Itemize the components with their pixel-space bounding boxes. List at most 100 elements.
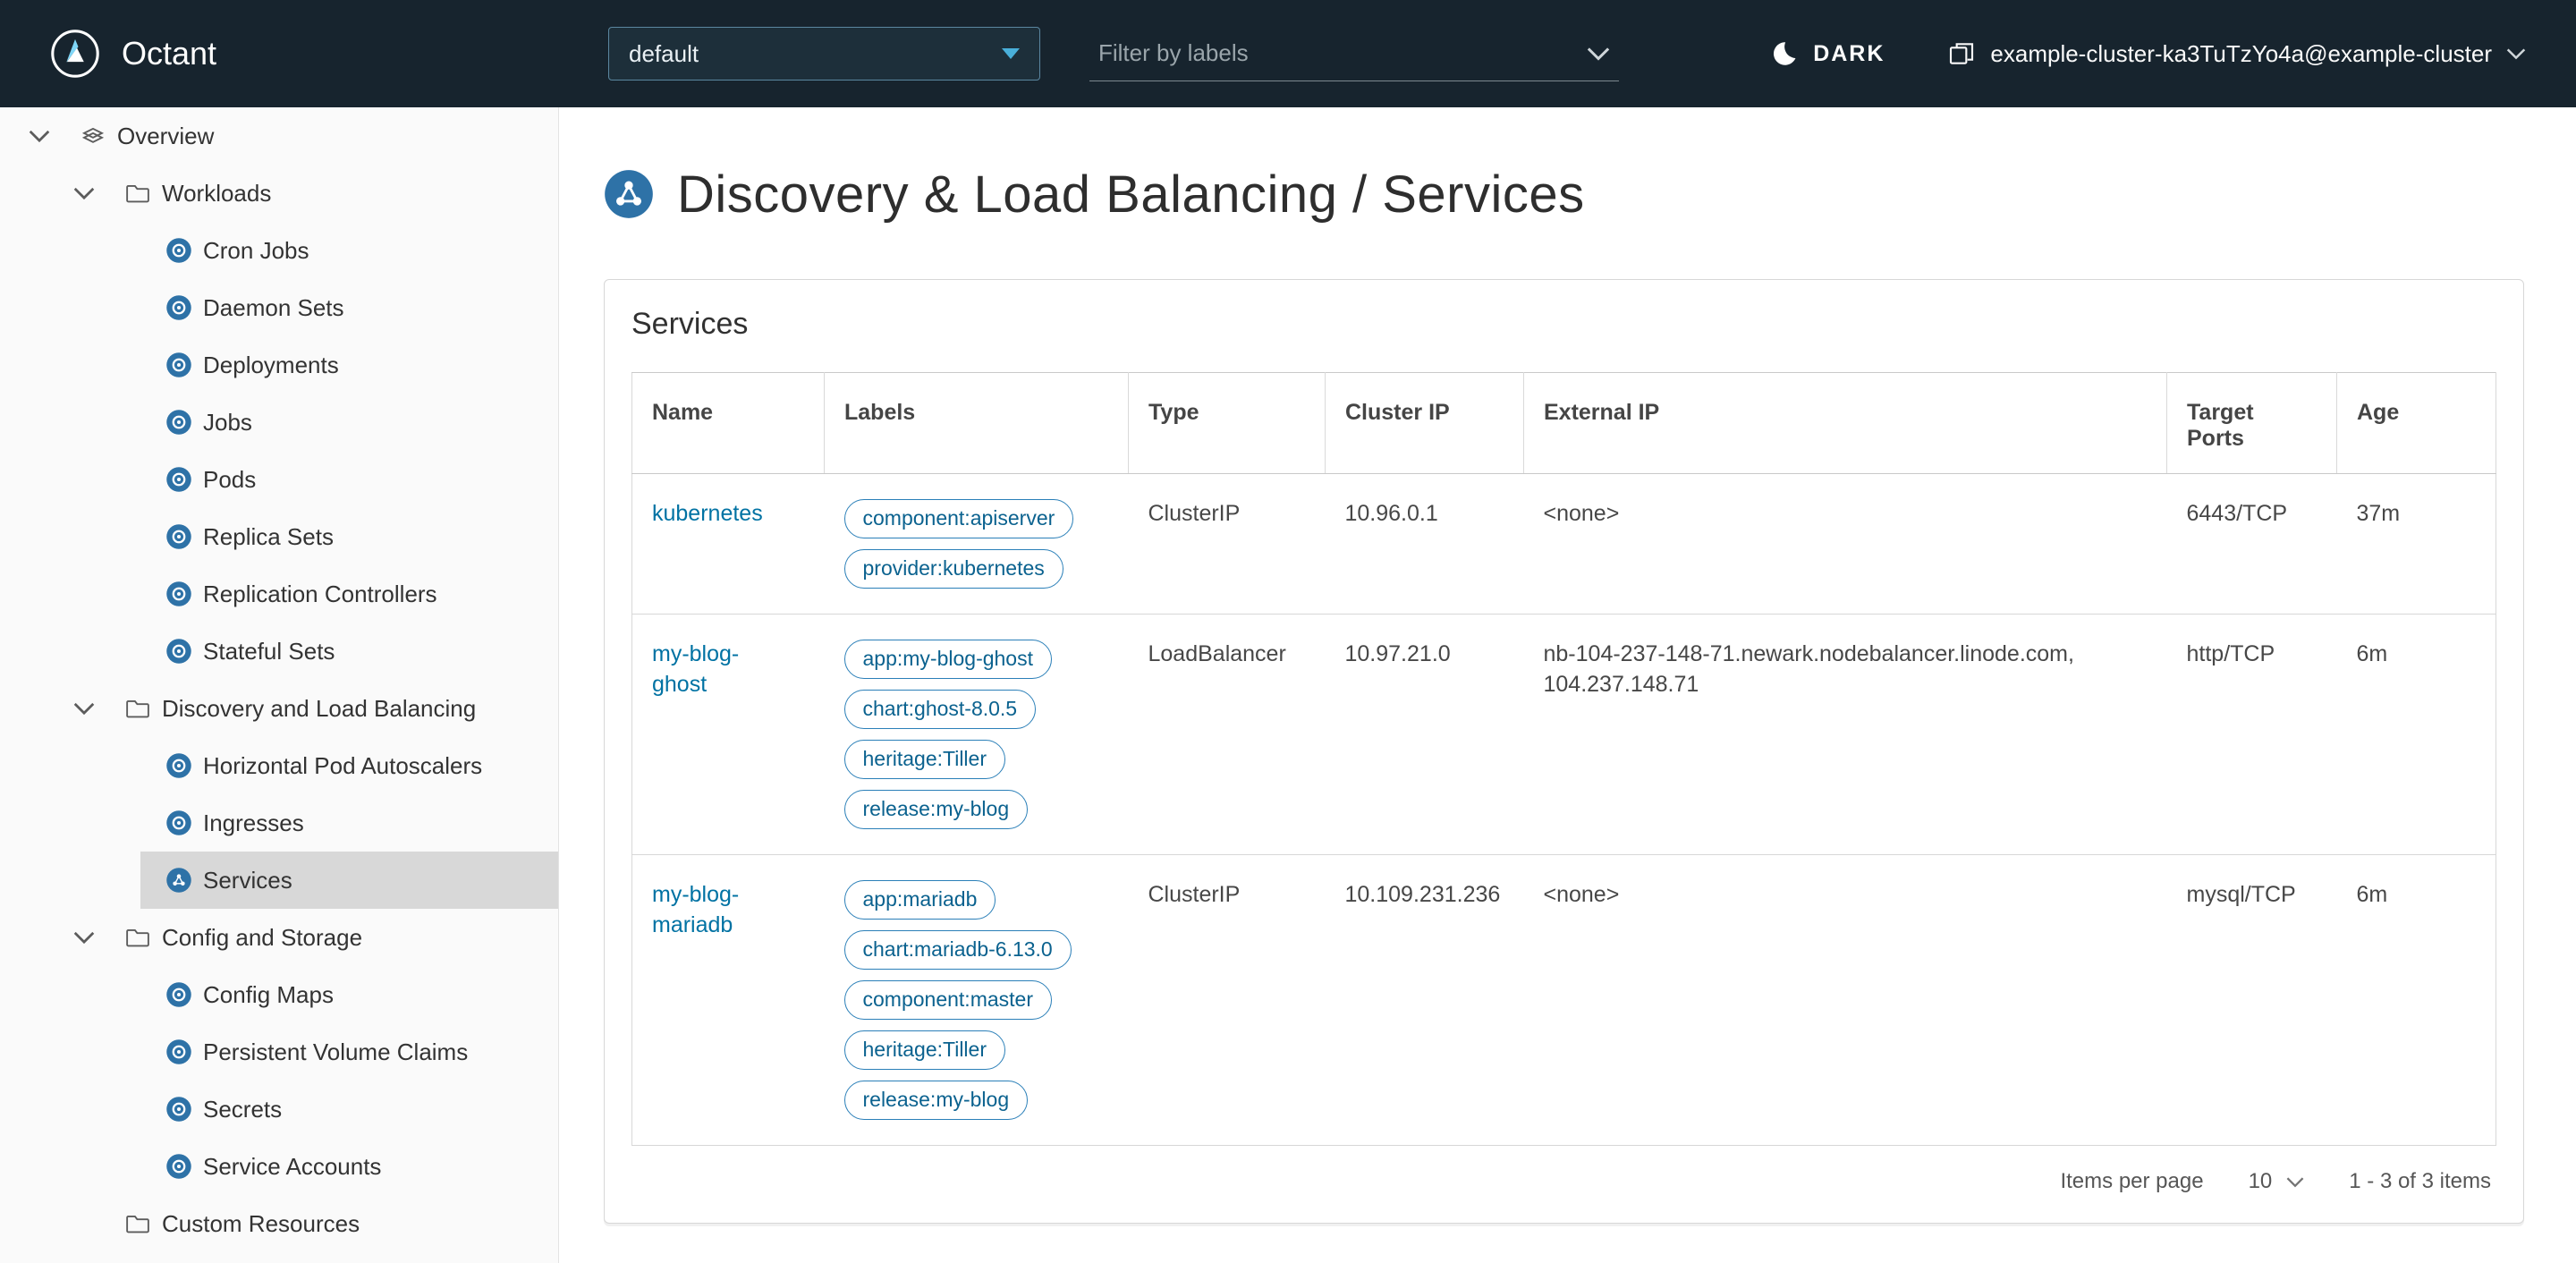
cell-type: LoadBalancer: [1128, 614, 1326, 855]
cron-jobs-icon: [165, 237, 192, 264]
sidebar: Overview Workloads Cron Jobs Daemon Sets: [0, 107, 559, 1263]
folder-icon: [124, 180, 151, 207]
sidebar-item-label: Workloads: [162, 179, 272, 207]
sidebar-item-label: Services: [203, 866, 292, 894]
app-header: Octant default DARK example-cluster-ka3T…: [0, 0, 2576, 107]
services-icon: [165, 867, 192, 894]
sidebar-item-label: Deployments: [203, 351, 339, 378]
sidebar-item-replication-controllers[interactable]: Replication Controllers: [140, 565, 558, 623]
cell-target-ports: mysql/TCP: [2166, 854, 2337, 1146]
cell-external-ip: <none>: [1523, 854, 2167, 1146]
theme-label: DARK: [1813, 40, 1885, 66]
sidebar-item-label: Stateful Sets: [203, 637, 335, 665]
cell-cluster-ip: 10.96.0.1: [1325, 473, 1524, 615]
items-per-page-value: 10: [2248, 1169, 2273, 1193]
service-link[interactable]: kubernetes: [652, 499, 763, 530]
sidebar-group-custom-resources[interactable]: Custom Resources: [0, 1195, 558, 1252]
sidebar-group-config-and-storage[interactable]: Config and Storage: [0, 909, 558, 966]
sidebar-item-services[interactable]: Services: [140, 852, 558, 909]
column-header-age: Age: [2336, 372, 2496, 474]
cell-external-ip: <none>: [1523, 473, 2167, 615]
chevron-down-icon[interactable]: [72, 930, 96, 945]
sidebar-item-deployments[interactable]: Deployments: [140, 336, 558, 394]
theme-toggle[interactable]: DARK: [1768, 38, 1885, 69]
pods-icon: [165, 466, 192, 493]
sidebar-item-label: Pods: [203, 465, 257, 493]
label-pill[interactable]: component:master: [843, 980, 1052, 1020]
items-per-page-select[interactable]: 10: [2249, 1169, 2305, 1194]
service-link[interactable]: my-blog-mariadb: [652, 880, 764, 941]
octant-logo-icon: [50, 29, 100, 79]
label-pill[interactable]: provider:kubernetes: [843, 549, 1063, 589]
sidebar-group-discovery-and-load-balancing[interactable]: Discovery and Load Balancing: [0, 680, 558, 737]
sidebar-item-pods[interactable]: Pods: [140, 451, 558, 508]
ingresses-icon: [165, 810, 192, 836]
sidebar-item-stateful-sets[interactable]: Stateful Sets: [140, 623, 558, 680]
sidebar-item-label: Custom Resources: [162, 1209, 360, 1237]
cell-age: 6m: [2336, 854, 2496, 1146]
cluster-selector[interactable]: example-cluster-ka3TuTzYo4a@example-clus…: [1947, 39, 2526, 68]
chevron-down-icon[interactable]: [72, 186, 96, 200]
filter-labels-input[interactable]: [1098, 39, 1546, 67]
services-card: Services Name Labels Type Cluster IP Ext…: [604, 279, 2524, 1224]
sidebar-item-config-maps[interactable]: Config Maps: [140, 966, 558, 1023]
moon-icon: [1768, 38, 1799, 69]
card-title: Services: [631, 307, 749, 341]
main-content: Discovery & Load Balancing / Services Se…: [559, 107, 2576, 1263]
cell-age: 6m: [2336, 614, 2496, 855]
sidebar-item-label: Overview: [117, 122, 215, 149]
sidebar-item-label: Secrets: [203, 1095, 283, 1123]
label-pill[interactable]: chart:ghost-8.0.5: [843, 690, 1037, 729]
label-pill[interactable]: heritage:Tiller: [843, 740, 1005, 779]
sidebar-item-service-accounts[interactable]: Service Accounts: [140, 1138, 558, 1195]
table-row: my-blog-mariadb app:mariadb chart:mariad…: [631, 854, 2496, 1146]
pagination-range: 1 - 3 of 3 items: [2349, 1169, 2491, 1193]
label-pill[interactable]: release:my-blog: [843, 1081, 1029, 1120]
label-pill[interactable]: app:mariadb: [843, 880, 996, 920]
label-pill[interactable]: heritage:Tiller: [843, 1030, 1005, 1070]
chevron-down-icon[interactable]: [72, 701, 96, 716]
overview-icon: [80, 123, 106, 149]
column-header-name: Name: [631, 372, 825, 474]
service-link[interactable]: my-blog-ghost: [652, 640, 764, 700]
sidebar-item-horizontal-pod-autoscalers[interactable]: Horizontal Pod Autoscalers: [140, 737, 558, 794]
sidebar-group-workloads[interactable]: Workloads: [0, 165, 558, 222]
cluster-name: example-cluster-ka3TuTzYo4a@example-clus…: [1990, 39, 2492, 67]
folder-icon: [124, 695, 151, 722]
sidebar-item-label: Config Maps: [203, 980, 334, 1008]
cell-age: 37m: [2336, 473, 2496, 615]
sidebar-item-daemon-sets[interactable]: Daemon Sets: [140, 279, 558, 336]
chevron-down-icon[interactable]: [28, 129, 51, 143]
services-table: Name Labels Type Cluster IP External IP …: [631, 372, 2496, 1146]
sidebar-item-cron-jobs[interactable]: Cron Jobs: [140, 222, 558, 279]
column-header-external-ip: External IP: [1523, 372, 2167, 474]
chevron-down-icon: [2506, 47, 2526, 60]
sidebar-item-persistent-volume-claims[interactable]: Persistent Volume Claims: [140, 1023, 558, 1081]
sidebar-item-secrets[interactable]: Secrets: [140, 1081, 558, 1138]
sidebar-item-replica-sets[interactable]: Replica Sets: [140, 508, 558, 565]
label-pill[interactable]: component:apiserver: [843, 499, 1074, 538]
namespace-selector[interactable]: default: [608, 27, 1040, 81]
chevron-down-icon[interactable]: [1587, 46, 1610, 62]
horizontal-pod-autoscalers-icon: [165, 752, 192, 779]
brand: Octant: [0, 29, 559, 79]
sidebar-item-ingresses[interactable]: Ingresses: [140, 794, 558, 852]
persistent-volume-claims-icon: [165, 1038, 192, 1065]
page-title: Discovery & Load Balancing / Services: [604, 163, 2531, 225]
label-pill[interactable]: release:my-blog: [843, 790, 1029, 829]
services-icon: [604, 169, 654, 219]
stateful-sets-icon: [165, 638, 192, 665]
cell-cluster-ip: 10.97.21.0: [1325, 614, 1524, 855]
sidebar-item-overview[interactable]: Overview: [0, 107, 558, 165]
sidebar-item-label: Ingresses: [203, 809, 304, 836]
cell-type: ClusterIP: [1128, 473, 1326, 615]
replica-sets-icon: [165, 523, 192, 550]
label-pill[interactable]: app:my-blog-ghost: [843, 640, 1052, 679]
service-accounts-icon: [165, 1153, 192, 1180]
label-pill[interactable]: chart:mariadb-6.13.0: [843, 930, 1072, 970]
column-header-cluster-ip: Cluster IP: [1325, 372, 1524, 474]
folder-icon: [124, 1210, 151, 1237]
sidebar-item-label: Persistent Volume Claims: [203, 1038, 469, 1065]
column-header-target-ports: Target Ports: [2166, 372, 2337, 474]
sidebar-item-jobs[interactable]: Jobs: [140, 394, 558, 451]
